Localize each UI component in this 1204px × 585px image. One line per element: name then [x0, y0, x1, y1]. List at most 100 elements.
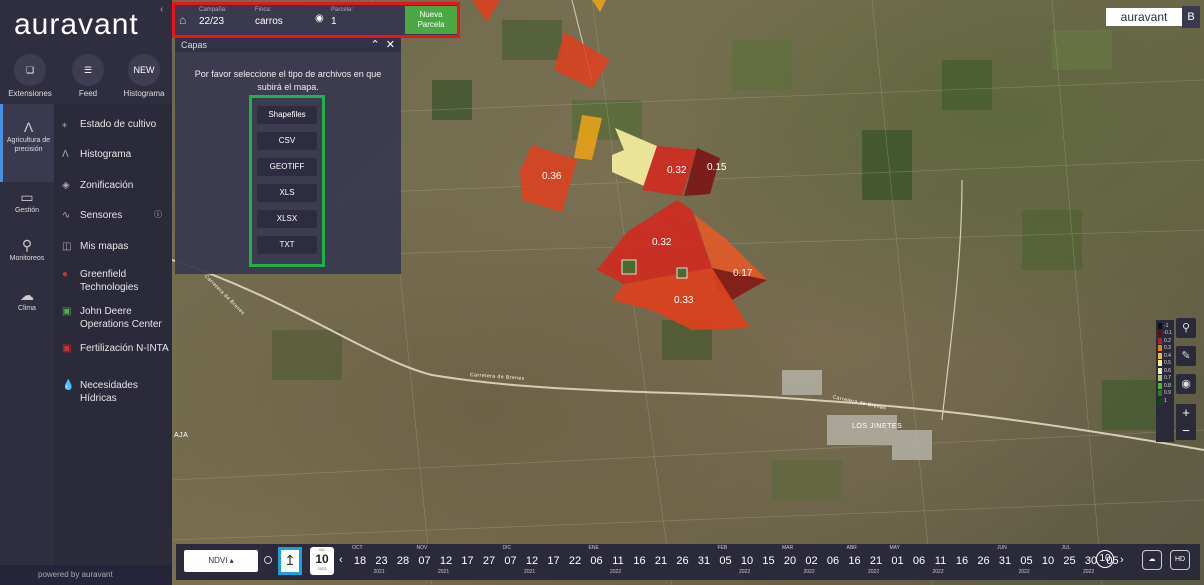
selected-date[interactable]: 10: [1096, 550, 1114, 568]
extensions-button[interactable]: ❏ Extensiones: [2, 54, 58, 98]
csv-button[interactable]: CSV: [257, 132, 317, 150]
timeline-date[interactable]: 05: [1015, 555, 1039, 567]
timeline-date[interactable]: 26: [671, 555, 695, 567]
menu-item-mis-mapas[interactable]: ◫ Mis mapas: [62, 240, 170, 253]
menu-item-zonificacion[interactable]: ◈ Zonificación: [62, 179, 170, 192]
legend-swatch: [1158, 337, 1162, 344]
month-label: MAR: [782, 545, 794, 551]
farm-selector[interactable]: Finca: carros: [255, 7, 283, 27]
timeline-date[interactable]: 21: [649, 555, 673, 567]
timeline-date[interactable]: 17: [456, 555, 480, 567]
legend-label: -0.1: [1163, 330, 1172, 337]
menu-item-hidricas[interactable]: 💧 Necesidades Hídricas: [62, 379, 170, 405]
timeline-date[interactable]: 12: [434, 555, 458, 567]
txt-button[interactable]: TXT: [257, 236, 317, 254]
menu-item-john-deere[interactable]: ▣ John Deere Operations Center: [62, 305, 170, 331]
toggle-icon[interactable]: [264, 556, 272, 564]
timeline-date[interactable]: 17: [542, 555, 566, 567]
month-label: FEB: [717, 545, 728, 551]
close-icon[interactable]: ✕: [386, 39, 395, 51]
nav-item-monitoreos[interactable]: ⚲ Monitoreos: [0, 236, 54, 263]
timeline-date[interactable]: 11: [606, 555, 630, 567]
home-icon[interactable]: ⌂: [179, 13, 186, 27]
upload-button[interactable]: ↥: [278, 547, 302, 575]
timeline-date[interactable]: 23: [370, 555, 394, 567]
parcel-selector[interactable]: Parcela: 1: [331, 7, 353, 27]
histogram-new-button[interactable]: NEW Histograma: [116, 54, 172, 98]
menu-item-estado-cultivo[interactable]: ⁎ Estado de cultivo: [62, 118, 170, 131]
timeline-date[interactable]: 15: [757, 555, 781, 567]
info-icon[interactable]: ⓘ: [154, 209, 162, 220]
month-label: JUN: [997, 545, 1007, 551]
nav-item-clima[interactable]: ☁ Clima: [0, 286, 54, 313]
timeline-date[interactable]: 05: [714, 555, 738, 567]
timeline-date[interactable]: 10: [735, 555, 759, 567]
hd-button[interactable]: HD: [1170, 550, 1190, 570]
prev-date-icon[interactable]: ‹: [339, 554, 343, 566]
menu-item-greenfield[interactable]: ● Greenfield Technologies: [62, 268, 170, 294]
timeline-date[interactable]: 21: [864, 555, 888, 567]
timeline-date[interactable]: 06: [821, 555, 845, 567]
campaign-selector[interactable]: Campaña: 22/23: [199, 7, 227, 27]
timeline-date[interactable]: 07: [499, 555, 523, 567]
legend-entry: 0.5: [1158, 360, 1172, 368]
month-label: OCT: [352, 545, 363, 551]
water-drop-icon: 💧: [62, 380, 75, 391]
legend-entry: 0.7: [1158, 375, 1172, 383]
index-selector[interactable]: NDVI ▴: [184, 550, 258, 572]
feed-button[interactable]: ☰ Feed: [60, 54, 116, 98]
xls-button[interactable]: XLS: [257, 184, 317, 202]
location-pin-icon: ⚲: [21, 237, 33, 253]
location-pin-icon[interactable]: ⚲: [1176, 318, 1196, 338]
timeline-date[interactable]: 12: [520, 555, 544, 567]
legend-swatch: [1158, 375, 1162, 382]
town-label: LOS JINETES: [852, 423, 903, 430]
minimize-icon[interactable]: ⌃: [370, 39, 379, 51]
timeline-date[interactable]: 11: [929, 555, 953, 567]
next-date-icon[interactable]: ›: [1120, 554, 1124, 566]
timeline-date[interactable]: 07: [413, 555, 437, 567]
timeline-date[interactable]: 16: [628, 555, 652, 567]
account-button[interactable]: B: [1182, 6, 1200, 28]
zoom-out-button[interactable]: −: [1176, 422, 1196, 440]
menu-item-histograma[interactable]: Λ Histograma: [62, 148, 170, 161]
shapefiles-button[interactable]: Shapefiles: [257, 106, 317, 124]
image-timeline: NDVI ▴ ↥ JUL 10 2023 ‹ 18 23 28 07 12 17 27 07 1…: [176, 544, 1200, 580]
timeline-date[interactable]: 31: [692, 555, 716, 567]
nav-item-precision[interactable]: Λ Agricultura de precisión: [0, 104, 54, 182]
timeline-date[interactable]: 31: [993, 555, 1017, 567]
eye-icon[interactable]: ◉: [315, 13, 324, 24]
timeline-date[interactable]: 16: [843, 555, 867, 567]
xlsx-button[interactable]: XLSX: [257, 210, 317, 228]
timeline-date[interactable]: 06: [585, 555, 609, 567]
timeline-date[interactable]: 10: [1036, 555, 1060, 567]
timeline-date[interactable]: 06: [907, 555, 931, 567]
timeline-date[interactable]: 02: [800, 555, 824, 567]
timeline-date[interactable]: 20: [778, 555, 802, 567]
cloud-filter-icon[interactable]: ☁: [1142, 550, 1162, 570]
compass-icon[interactable]: ◉: [1176, 374, 1196, 394]
timeline-date[interactable]: 18: [348, 555, 372, 567]
legend-swatch: [1158, 382, 1162, 389]
new-parcel-button[interactable]: Nueva Parcela: [405, 6, 457, 34]
timeline-date[interactable]: 25: [1058, 555, 1082, 567]
timeline-date[interactable]: 22: [563, 555, 587, 567]
ruler-icon[interactable]: ✎: [1176, 346, 1196, 366]
year-label: 2022: [868, 569, 880, 575]
timeline-date[interactable]: 27: [477, 555, 501, 567]
parcel-value-label: 0.15: [707, 162, 727, 173]
timeline-date[interactable]: 01: [886, 555, 910, 567]
calendar-button[interactable]: JUL 10 2023: [310, 547, 334, 575]
app: 0.36 0.32 0.15 0.32 0.17 0.33 LOS JINETE…: [0, 0, 1204, 585]
collapse-sidebar-icon[interactable]: ‹: [160, 4, 163, 15]
timeline-date[interactable]: 16: [950, 555, 974, 567]
menu-item-inta[interactable]: ▣ Fertilización N-INTA: [62, 342, 170, 355]
timeline-date[interactable]: 26: [972, 555, 996, 567]
timeline-date[interactable]: 28: [391, 555, 415, 567]
map-icon: ◫: [62, 241, 72, 252]
nav-item-gestion[interactable]: ▭ Gestión: [0, 188, 54, 215]
parcel-value-label: 0.36: [542, 171, 562, 182]
geotiff-button[interactable]: GEOTIFF: [257, 158, 317, 176]
legend-swatch: [1158, 367, 1162, 374]
zoom-in-button[interactable]: +: [1176, 404, 1196, 422]
